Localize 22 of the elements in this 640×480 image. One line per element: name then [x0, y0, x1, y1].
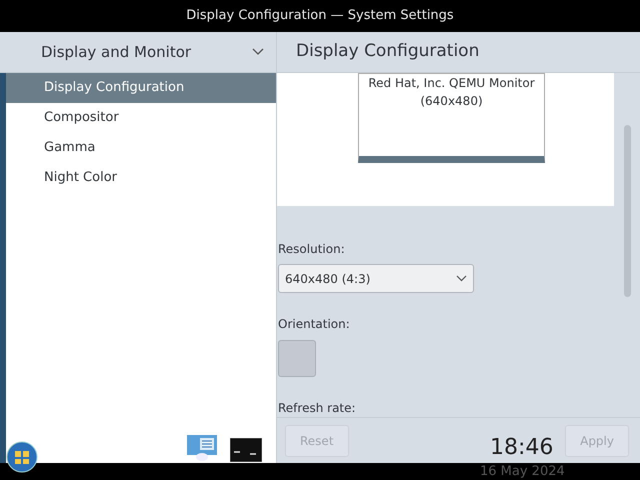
sidebar-item[interactable]: Compositor: [6, 103, 276, 133]
scrollbar-thumb[interactable]: [624, 125, 630, 297]
chevron-down-icon[interactable]: [252, 48, 264, 56]
category-title: Display and Monitor: [41, 42, 192, 63]
sidebar-item[interactable]: Gamma: [6, 133, 276, 163]
refresh-rate-label: Refresh rate:: [278, 400, 357, 417]
start-orb-icon[interactable]: [6, 441, 38, 473]
resolution-label: Resolution:: [278, 241, 346, 258]
clock-time: 18:46: [490, 434, 554, 462]
orientation-label: Orientation:: [278, 316, 351, 333]
terminal-icon[interactable]: [230, 438, 262, 462]
sidebar-item[interactable]: Display Configuration: [6, 73, 276, 103]
chevron-down-icon: [456, 275, 467, 282]
sidebar-item[interactable]: Night Color: [6, 163, 276, 193]
clock-date: 16 May 2024: [480, 464, 565, 480]
monitor-preview[interactable]: Red Hat, Inc. QEMU Monitor (640x480): [358, 73, 545, 163]
network-computer-icon[interactable]: [186, 434, 220, 462]
monitor-resolution: (640x480): [420, 93, 483, 110]
resolution-dropdown[interactable]: 640x480 (4:3): [278, 264, 474, 293]
monitor-name: Red Hat, Inc. QEMU Monitor: [368, 75, 535, 92]
window-title: Display Configuration — System Settings: [186, 7, 454, 26]
page-title: Display Configuration: [296, 40, 480, 64]
